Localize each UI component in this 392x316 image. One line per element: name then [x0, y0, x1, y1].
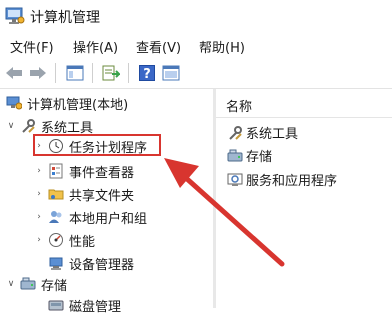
annotation-arrow [164, 158, 285, 267]
